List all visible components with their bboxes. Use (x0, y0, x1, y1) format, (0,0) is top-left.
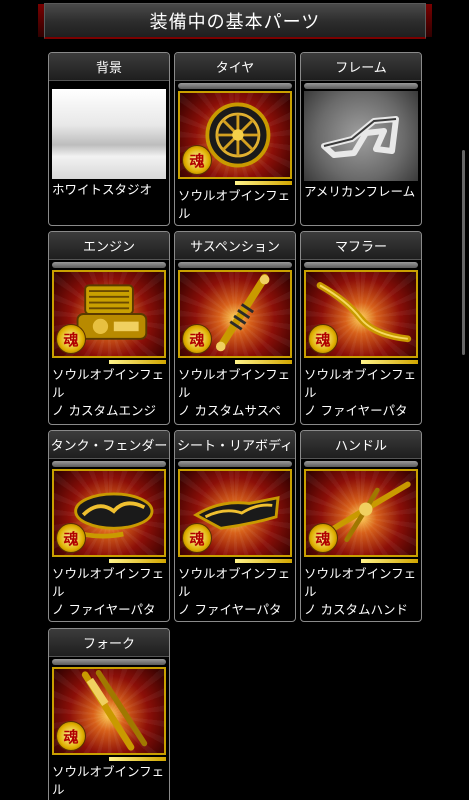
part-card-tank-fender[interactable]: タンク・フェンダー 魂 ソウルオブインフェル ノ ファイヤーパターン タンクA (48, 430, 170, 622)
wheel-icon: 魂 (178, 91, 292, 179)
seat-icon: 魂 (178, 469, 292, 557)
part-card-suspension[interactable]: サスペンション 魂 ソウルオブインフェル ノ カスタムサスペン ション (174, 231, 296, 425)
page-title: 装備中の基本パーツ (38, 3, 432, 39)
part-name: ホワイトスタジオ (52, 182, 153, 197)
part-card-fork[interactable]: フォーク 魂 ソウルオブインフェル ノ カスタムフォーク (48, 628, 170, 800)
part-card-tire[interactable]: タイヤ 魂 ソウルオブインフェル ノ カスタムホイール (174, 52, 296, 226)
handle-icon: 魂 (304, 469, 418, 557)
part-card-seat-rear-body[interactable]: シート・リアボディ 魂 ソウルオブインフェル ノ ファイヤーパターン シートA (174, 430, 296, 622)
tank-icon: 魂 (52, 469, 166, 557)
soul-badge-icon: 魂 (182, 145, 212, 175)
part-name: アメリカンフレーム (304, 184, 416, 199)
soul-badge-icon: 魂 (56, 324, 86, 354)
engine-icon: 魂 (52, 270, 166, 358)
part-category: エンジン (49, 232, 169, 260)
slot-bar (178, 83, 292, 89)
part-name: ソウルオブインフェル ノ カスタムハンドル (304, 566, 417, 621)
slot-bar (178, 461, 292, 467)
slot-bar (178, 262, 292, 268)
soul-badge-icon: 魂 (308, 324, 338, 354)
part-card-frame[interactable]: フレーム アメリカンフレーム (300, 52, 422, 226)
part-card-muffler[interactable]: マフラー 魂 ソウルオブインフェル ノ ファイヤーパターン マフラー (300, 231, 422, 425)
part-category: タイヤ (175, 53, 295, 81)
part-category: マフラー (301, 232, 421, 260)
fork-icon: 魂 (52, 667, 166, 755)
part-name: ソウルオブインフェル ノ カスタムホイール (178, 188, 291, 225)
part-card-handle[interactable]: ハンドル 魂 ソウルオブインフェル ノ カスタムハンドル (300, 430, 422, 622)
scrollbar[interactable] (462, 150, 465, 355)
part-category: ハンドル (301, 431, 421, 459)
soul-badge-icon: 魂 (308, 523, 338, 553)
part-name: ソウルオブインフェル ノ カスタムフォーク (52, 764, 165, 797)
slot-bar (52, 461, 166, 467)
part-name: ソウルオブインフェル ノ ファイヤーパターン タンクA (52, 566, 165, 621)
muffler-icon: 魂 (304, 270, 418, 358)
soul-badge-icon: 魂 (56, 523, 86, 553)
page-title-text: 装備中の基本パーツ (149, 11, 321, 33)
slot-bar (304, 461, 418, 467)
part-category: タンク・フェンダー (49, 431, 169, 459)
suspension-icon: 魂 (178, 270, 292, 358)
soul-badge-icon: 魂 (182, 523, 212, 553)
slot-bar (52, 659, 166, 665)
slot-bar (52, 262, 166, 268)
part-name: ソウルオブインフェル ノ ファイヤーパターン マフラー (304, 367, 417, 424)
frame-icon (304, 91, 418, 181)
part-card-engine[interactable]: エンジン 魂 ソウルオブインフェル ノ カスタムエンジン (48, 231, 170, 425)
slot-bar (304, 83, 418, 89)
part-category: フォーク (49, 629, 169, 657)
part-category: シート・リアボディ (175, 431, 295, 459)
part-name: ソウルオブインフェル ノ ファイヤーパターン シートA (178, 566, 291, 621)
part-category: サスペンション (175, 232, 295, 260)
part-category: フレーム (301, 53, 421, 81)
part-name: ソウルオブインフェル ノ カスタムエンジン (52, 367, 165, 424)
white-studio-icon (52, 89, 166, 179)
part-category: 背景 (49, 53, 169, 81)
part-card-background[interactable]: 背景 ホワイトスタジオ (48, 52, 170, 226)
slot-bar (304, 262, 418, 268)
part-name: ソウルオブインフェル ノ カスタムサスペン ション (178, 367, 291, 424)
soul-badge-icon: 魂 (182, 324, 212, 354)
soul-badge-icon: 魂 (56, 721, 86, 751)
